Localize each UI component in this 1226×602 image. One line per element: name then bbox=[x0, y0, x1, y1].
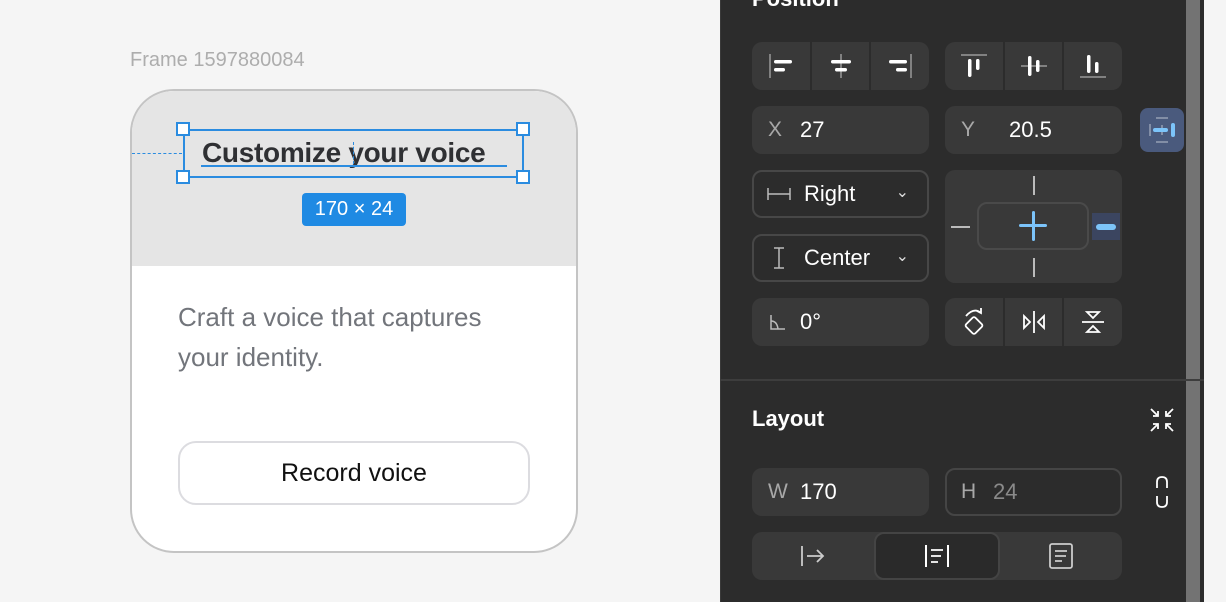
position-section-title: Position bbox=[752, 0, 839, 12]
flip-horizontal-button[interactable] bbox=[1005, 298, 1065, 346]
x-position-field[interactable]: X 27 bbox=[752, 106, 929, 154]
rotation-value[interactable]: 0° bbox=[800, 309, 821, 335]
constraint-center-v[interactable] bbox=[1032, 211, 1035, 241]
align-horizontal-center-icon bbox=[830, 54, 851, 78]
constraint-right-line bbox=[1096, 223, 1116, 230]
frame-label[interactable]: Frame 1597880084 bbox=[130, 49, 305, 72]
flip-vertical-button[interactable] bbox=[1064, 298, 1122, 346]
x-label: X bbox=[768, 118, 783, 141]
align-vertical-center-icon bbox=[1020, 56, 1047, 76]
layout-section-title: Layout bbox=[752, 406, 825, 431]
panel-scrollbar[interactable] bbox=[1186, 0, 1200, 602]
constraint-top-line[interactable] bbox=[1033, 176, 1035, 195]
rotate-icon bbox=[964, 308, 984, 335]
constraint-left-line[interactable] bbox=[951, 226, 970, 228]
height-value[interactable]: 24 bbox=[993, 479, 1017, 505]
flip-horizontal-icon bbox=[1022, 311, 1045, 333]
vertical-constraint-value: Center bbox=[804, 245, 871, 270]
fixed-width-icon bbox=[925, 545, 949, 567]
constraint-toggle-button[interactable] bbox=[1140, 108, 1184, 152]
horizontal-align-group bbox=[752, 42, 929, 90]
constraint-right-button[interactable] bbox=[1092, 213, 1120, 240]
text-caret bbox=[353, 142, 354, 164]
resizing-group bbox=[752, 532, 1122, 580]
constraints-icon bbox=[1149, 117, 1175, 143]
width-field[interactable]: W 170 bbox=[752, 468, 929, 516]
align-vertical-center-button[interactable] bbox=[1005, 42, 1065, 90]
collapse-layout-button[interactable] bbox=[1148, 406, 1176, 434]
resize-handle-top-right[interactable] bbox=[516, 122, 530, 136]
collapse-icon bbox=[1150, 408, 1174, 432]
horizontal-constraint-icon bbox=[767, 188, 791, 200]
fixed-width-button[interactable] bbox=[874, 532, 1000, 580]
vertical-constraint-icon bbox=[774, 247, 784, 269]
width-label: W bbox=[768, 480, 788, 503]
card-header: Customize your voice bbox=[132, 91, 576, 266]
rotation-field[interactable]: 0° bbox=[752, 298, 929, 346]
record-voice-button[interactable]: Record voice bbox=[178, 441, 530, 505]
vertical-align-group bbox=[945, 42, 1122, 90]
align-right-icon bbox=[889, 54, 912, 78]
align-left-icon bbox=[769, 54, 792, 78]
section-divider bbox=[720, 379, 1204, 381]
horizontal-constraint-dropdown[interactable]: Right ⌄ bbox=[752, 170, 929, 218]
auto-height-button[interactable] bbox=[1000, 532, 1122, 580]
panel-edge bbox=[1200, 0, 1204, 602]
flip-vertical-icon bbox=[1082, 311, 1105, 333]
distance-guide bbox=[132, 153, 182, 154]
hug-width-icon bbox=[801, 546, 825, 566]
horizontal-constraint-value: Right bbox=[804, 181, 856, 206]
align-bottom-icon bbox=[1080, 55, 1107, 78]
align-bottom-button[interactable] bbox=[1064, 42, 1122, 90]
width-value[interactable]: 170 bbox=[800, 479, 837, 505]
height-label: H bbox=[961, 480, 977, 503]
align-left-button[interactable] bbox=[752, 42, 812, 90]
resize-handle-bottom-right[interactable] bbox=[516, 170, 530, 184]
constraint-bottom-line[interactable] bbox=[1033, 258, 1035, 277]
text-baseline-guide bbox=[201, 165, 507, 167]
angle-icon bbox=[770, 315, 785, 330]
y-label: Y bbox=[961, 118, 976, 141]
size-badge: 170 × 24 bbox=[302, 193, 406, 226]
align-right-button[interactable] bbox=[871, 42, 929, 90]
y-position-field[interactable]: Y 20.5 bbox=[945, 106, 1122, 154]
constraint-widget bbox=[945, 170, 1122, 283]
resize-handle-top-left[interactable] bbox=[176, 122, 190, 136]
x-value[interactable]: 27 bbox=[800, 117, 824, 143]
y-value[interactable]: 20.5 bbox=[1009, 117, 1052, 143]
transform-group bbox=[945, 298, 1122, 346]
resize-handle-bottom-left[interactable] bbox=[176, 170, 190, 184]
aspect-lock-button[interactable] bbox=[1150, 474, 1174, 510]
card-description[interactable]: Craft a voice that captures your identit… bbox=[178, 297, 538, 377]
align-horizontal-center-button[interactable] bbox=[812, 42, 872, 90]
vertical-constraint-dropdown[interactable]: Center ⌄ bbox=[752, 234, 929, 282]
auto-height-icon bbox=[1049, 543, 1073, 569]
hug-width-button[interactable] bbox=[752, 532, 874, 580]
align-top-icon bbox=[960, 54, 987, 77]
height-field[interactable]: H 24 bbox=[945, 468, 1122, 516]
unlink-icon bbox=[1156, 476, 1168, 508]
constraint-inner-box bbox=[977, 202, 1089, 250]
chevron-down-icon: ⌄ bbox=[895, 184, 909, 201]
chevron-down-icon: ⌄ bbox=[895, 248, 909, 265]
align-top-button[interactable] bbox=[945, 42, 1005, 90]
rotate-button[interactable] bbox=[945, 298, 1005, 346]
